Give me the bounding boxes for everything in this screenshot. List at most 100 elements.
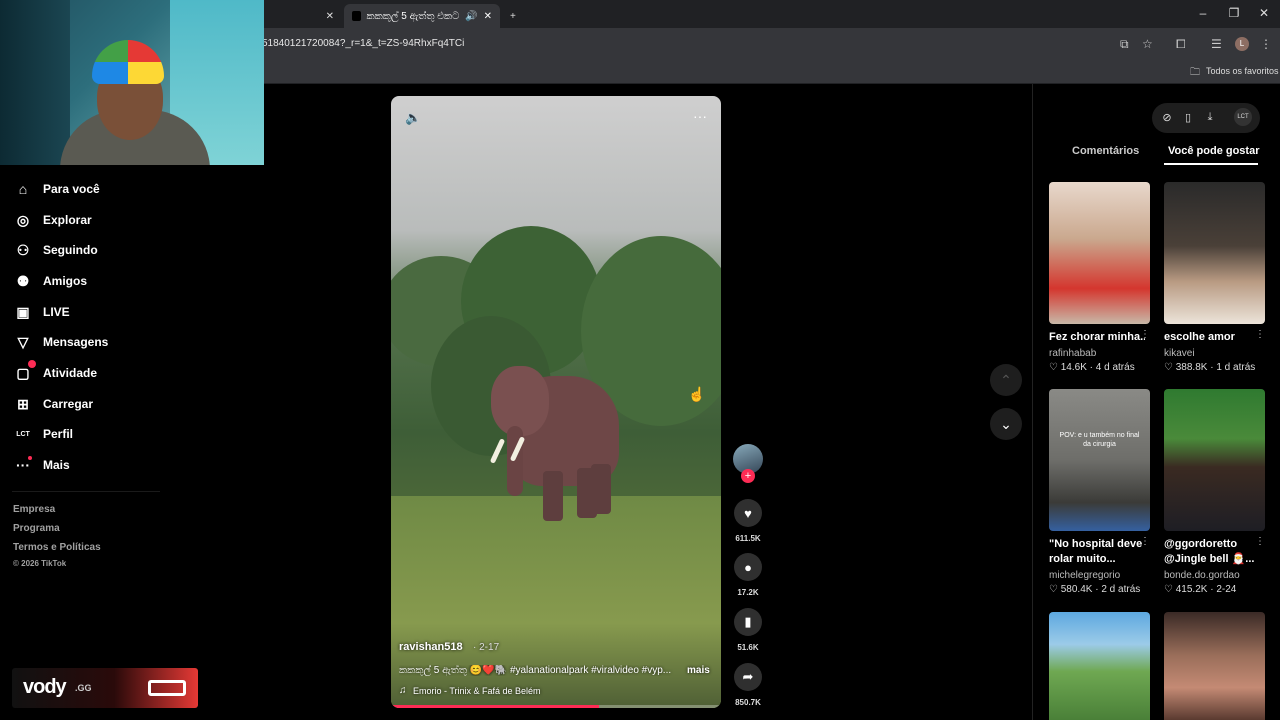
comment-icon[interactable]: ● [734,553,762,581]
tiktok-favicon-icon [352,11,362,21]
active-tab-indicator [1164,163,1258,165]
sidebar-item-label: Mensagens [43,335,109,349]
card-more-icon[interactable]: ⋮ [1255,329,1265,340]
card-title[interactable]: "No hospital deve rolar muito... [1049,537,1145,567]
sidebar-item-amigos[interactable]: ⚉ Amigos [14,269,87,293]
music-title[interactable]: Emorio - Trinix & Fafá de Belém [413,686,541,696]
save-action[interactable]: ▮ 51.6K [734,608,762,652]
elephant-leg [543,471,563,521]
url-text[interactable]: 51840121720084?_r=1&_t=ZS-94RhxFq4TCi [262,38,464,49]
video-thumbnail[interactable] [1049,612,1150,720]
sidebar-item-mais[interactable]: ··· Mais [14,453,70,477]
user-avatar[interactable]: LCT [1234,108,1252,126]
card-title[interactable]: escolhe amor [1164,330,1260,345]
sidebar-item-para-voce[interactable]: ⌂ Para você [14,177,100,201]
friends-icon: ⚉ [16,272,30,289]
activity-icon: ▢ [14,360,36,382]
creator-avatar[interactable]: + [733,444,763,483]
video-thumbnail[interactable]: POV: e u também no final da cirurgia [1049,389,1150,531]
video-progress-bar[interactable] [391,705,721,708]
close-tab-icon[interactable]: ✕ [484,11,492,22]
sidebar-item-mensagens[interactable]: ▽ Mensagens [14,330,109,354]
sidebar-item-atividade[interactable]: ▢ Atividade [14,360,97,385]
install-app-icon[interactable]: ⧉ [1120,37,1129,52]
sidebar-item-live[interactable]: ▣ LIVE [14,300,69,324]
caption-more-link[interactable]: mais [687,665,710,676]
sidebar-item-perfil[interactable]: LCT Perfil [14,422,73,446]
more-options-icon[interactable]: ··· [693,108,707,124]
video-player[interactable]: 🔈 ··· ravishan518 · 2-17 කකකුල් 5 ඇත්තු … [391,96,721,708]
footer-link-empresa[interactable]: Empresa [13,504,55,515]
video-caption[interactable]: කකකුල් 5 ඇත්තු 😊❤️🐘 #yalanationalpark #v… [399,665,677,676]
follow-plus-icon[interactable]: + [741,469,755,483]
music-note-icon: ♫ [399,685,407,696]
home-icon: ⌂ [18,181,28,197]
video-date: · 2-17 [473,642,500,653]
chrome-menu-icon[interactable]: ⋮ [1260,37,1272,51]
sidebar-item-seguindo[interactable]: ⚇ Seguindo [14,238,98,262]
footer-link-termos[interactable]: Termos e Políticas [13,542,101,553]
live-icon: ▣ [16,303,30,320]
vody-glasses-icon [148,680,186,696]
device-icon[interactable]: ▯ [1181,111,1195,124]
previous-video-button[interactable]: ⌃ [990,364,1022,396]
restore-icon[interactable]: ❐ [1224,6,1244,20]
vody-logo-suffix: .GG [75,683,92,693]
close-tab-icon[interactable]: ✕ [326,11,334,22]
volume-icon[interactable]: 🔈 [405,110,421,126]
card-more-icon[interactable]: ⋮ [1255,536,1265,547]
close-window-icon[interactable]: ✕ [1254,6,1274,20]
card-author[interactable]: michelegregorio [1049,570,1120,581]
video-thumbnail[interactable] [1164,182,1265,324]
messages-icon: ▽ [17,333,29,350]
media-control-icon[interactable]: ☰ [1211,37,1222,51]
card-title[interactable]: Fez chorar minha... [1049,330,1145,345]
hand-cursor-icon: ☝ [688,386,706,402]
share-icon[interactable]: ➦ [734,663,762,691]
tab-voce-pode-gostar[interactable]: Você pode gostar [1168,145,1259,157]
card-meta: ♡ 415.2K · 2-24 [1164,584,1237,595]
card-likes: 415.2K [1175,584,1208,595]
card-author[interactable]: kikavei [1164,348,1195,359]
download-icon[interactable]: ⤓ [1203,111,1217,124]
compass-icon: ◎ [16,211,30,228]
browser-tab[interactable]: ✕ [266,4,342,28]
video-date-value: 2-17 [479,642,500,653]
video-thumbnail[interactable] [1164,389,1265,531]
profile-avatar[interactable]: L [1235,37,1249,51]
card-author[interactable]: rafinhabab [1049,348,1096,359]
tab-comentarios[interactable]: Comentários [1072,145,1139,157]
video-author[interactable]: ravishan518 [399,641,463,653]
card-more-icon[interactable]: ⋮ [1140,329,1150,340]
sidebar-item-label: Para você [43,182,100,196]
extensions-icon[interactable]: ⧠ [1176,37,1186,52]
speaker-icon[interactable]: 🔊 [465,11,477,22]
autoscroll-icon[interactable]: ⊘ [1160,111,1174,124]
card-age: 2 d atrás [1101,584,1141,595]
new-tab-icon[interactable]: + [502,4,524,28]
like-count: 611.5K [735,534,761,543]
browser-tab-active[interactable]: කකකුල් 5 ඇත්තු එකට වි 🔊 ✕ [344,4,500,28]
like-action[interactable]: ♥ 611.5K [734,499,762,543]
video-thumbnail[interactable] [1049,182,1150,324]
sidebar-item-explorar[interactable]: ◎ Explorar [14,208,92,232]
all-bookmarks-link[interactable]: Todos os favoritos [1206,66,1279,76]
copyright-text: © 2026 TikTok [13,559,67,568]
video-thumbnail[interactable] [1164,612,1265,720]
bookmark-icon[interactable]: ▮ [734,608,762,636]
comment-count: 17.2K [737,588,759,597]
card-more-icon[interactable]: ⋮ [1140,536,1150,547]
card-title[interactable]: @ggordoretto @Jingle bell 🎅... [1164,537,1260,567]
minimize-icon[interactable]: – [1193,6,1213,20]
heart-icon[interactable]: ♥ [734,499,762,527]
sidebar-item-carregar[interactable]: ⊞ Carregar [14,392,93,416]
share-action[interactable]: ➦ 850.7K [734,663,762,707]
next-video-button[interactable]: ⌄ [990,408,1022,440]
comment-action[interactable]: ● 17.2K [734,553,762,597]
more-icon: ··· [16,456,32,473]
sidebar-item-label: Mais [43,458,70,472]
card-author[interactable]: bonde.do.gordao [1164,570,1240,581]
bookmark-star-icon[interactable]: ☆ [1142,37,1153,51]
sidebar-divider [12,491,160,492]
footer-link-programa[interactable]: Programa [13,523,60,534]
